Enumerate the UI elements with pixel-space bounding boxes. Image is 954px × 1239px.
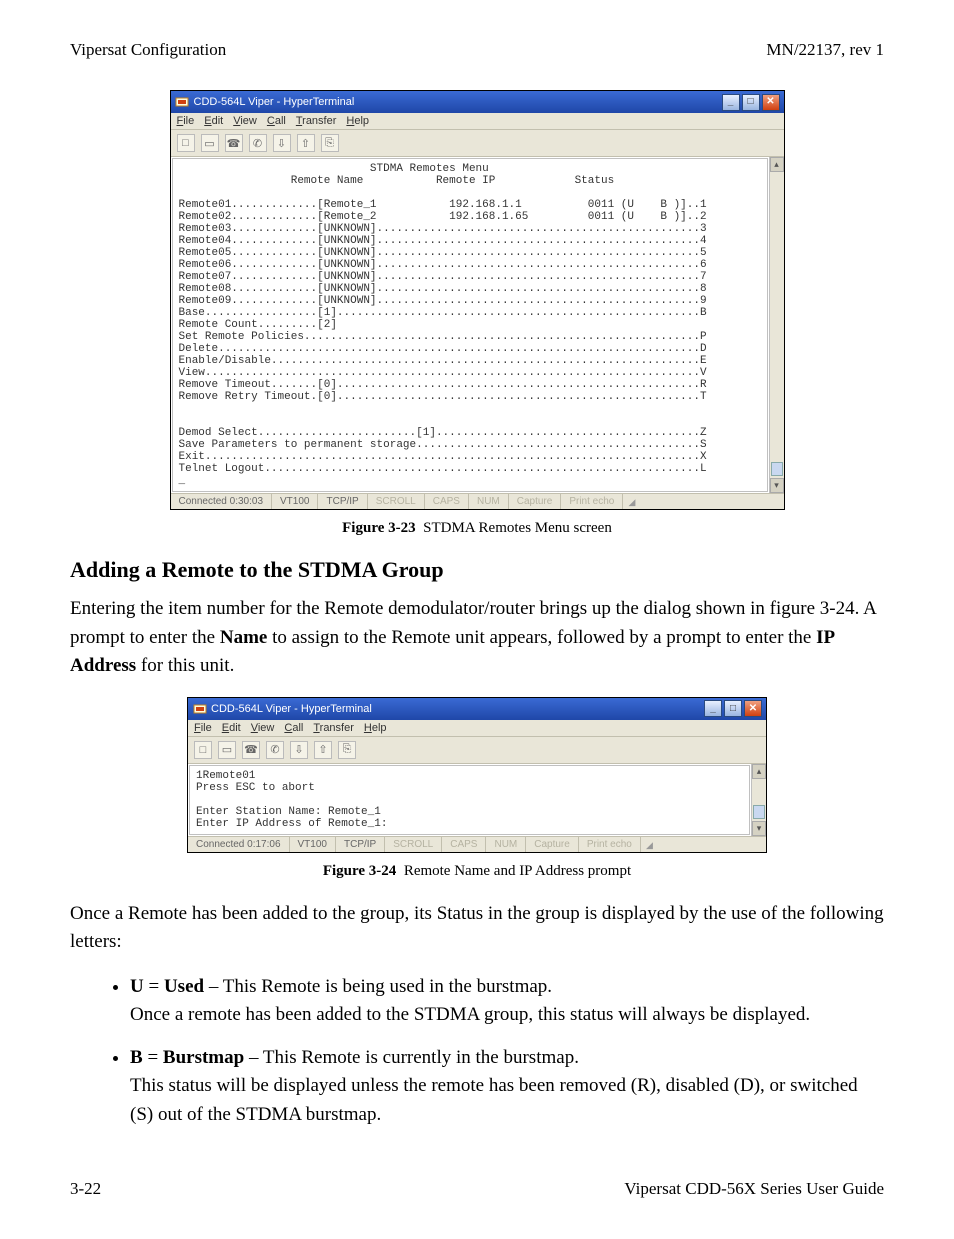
maximize-button[interactable]: □ (742, 94, 760, 111)
paragraph-1: Entering the item number for the Remote … (70, 595, 884, 681)
toolbar-open-icon[interactable]: ▭ (218, 741, 236, 759)
window-title: CDD-564L Viper - HyperTerminal (194, 96, 355, 108)
menu-file[interactable]: File (177, 115, 195, 127)
status-printecho: Print echo (561, 494, 623, 509)
menu-help[interactable]: Help (364, 722, 387, 734)
status-letter-list: U = Used – This Remote is being used in … (130, 973, 884, 1130)
statusbar: Connected 0:30:03 VT100 TCP/IP SCROLL CA… (171, 493, 784, 509)
menu-transfer[interactable]: Transfer (313, 722, 354, 734)
terminal-area: 1Remote01 Press ESC to abort Enter Stati… (188, 764, 766, 836)
resize-grip-icon[interactable]: ◢ (641, 837, 655, 852)
status-terminal: VT100 (290, 837, 336, 852)
menu-edit[interactable]: Edit (222, 722, 241, 734)
toolbar-send-icon[interactable]: ⇩ (290, 741, 308, 759)
toolbar: □ ▭ ☎ ✆ ⇩ ⇧ ⎘ (188, 737, 766, 764)
toolbar-send-icon[interactable]: ⇩ (273, 134, 291, 152)
toolbar-new-icon[interactable]: □ (177, 134, 195, 152)
header-right: MN/22137, rev 1 (766, 40, 884, 60)
window-controls: _ □ ✕ (722, 94, 780, 111)
footer-right: Vipersat CDD-56X Series User Guide (624, 1179, 884, 1199)
status-capture: Capture (526, 837, 579, 852)
figure-2-text: Remote Name and IP Address prompt (404, 863, 631, 879)
menu-file[interactable]: File (194, 722, 212, 734)
list-item: U = Used – This Remote is being used in … (130, 973, 884, 1030)
terminal-output[interactable]: STDMA Remotes Menu Remote Name Remote IP… (172, 158, 768, 492)
vertical-scrollbar[interactable]: ▴ ▾ (751, 764, 766, 836)
menu-transfer[interactable]: Transfer (296, 115, 337, 127)
statusbar: Connected 0:17:06 VT100 TCP/IP SCROLL CA… (188, 836, 766, 852)
titlebar[interactable]: CDD-564L Viper - HyperTerminal _ □ ✕ (171, 91, 784, 113)
status-printecho: Print echo (579, 837, 641, 852)
app-icon (192, 701, 207, 716)
maximize-button[interactable]: □ (724, 700, 742, 717)
scroll-thumb[interactable] (771, 462, 783, 476)
toolbar-receive-icon[interactable]: ⇧ (297, 134, 315, 152)
status-capture: Capture (509, 494, 562, 509)
menubar: File Edit View Call Transfer Help (188, 720, 766, 737)
terminal-output[interactable]: 1Remote01 Press ESC to abort Enter Stati… (189, 765, 750, 835)
toolbar-call-icon[interactable]: ☎ (225, 134, 243, 152)
terminal-area: STDMA Remotes Menu Remote Name Remote IP… (171, 157, 784, 493)
status-connected: Connected 0:30:03 (171, 494, 273, 509)
toolbar-properties-icon[interactable]: ⎘ (321, 134, 339, 152)
figure-2-caption: Figure 3-24 Remote Name and IP Address p… (70, 863, 884, 880)
list-item: B = Burstmap – This Remote is currently … (130, 1044, 884, 1130)
figure-2-label: Figure 3-24 (323, 863, 396, 879)
toolbar-receive-icon[interactable]: ⇧ (314, 741, 332, 759)
header-left: Vipersat Configuration (70, 40, 226, 60)
vertical-scrollbar[interactable]: ▴ ▾ (769, 157, 784, 493)
toolbar-hangup-icon[interactable]: ✆ (249, 134, 267, 152)
close-button[interactable]: ✕ (744, 700, 762, 717)
toolbar-new-icon[interactable]: □ (194, 741, 212, 759)
app-icon (175, 95, 190, 110)
scroll-thumb[interactable] (753, 805, 765, 819)
footer-left: 3-22 (70, 1179, 101, 1199)
status-caps: CAPS (425, 494, 469, 509)
status-caps: CAPS (442, 837, 486, 852)
hyperterminal-window-2: CDD-564L Viper - HyperTerminal _ □ ✕ Fil… (187, 697, 767, 853)
status-protocol: TCP/IP (318, 494, 367, 509)
status-scroll: SCROLL (385, 837, 442, 852)
status-scroll: SCROLL (368, 494, 425, 509)
toolbar-hangup-icon[interactable]: ✆ (266, 741, 284, 759)
menubar: File Edit View Call Transfer Help (171, 113, 784, 130)
menu-view[interactable]: View (233, 115, 257, 127)
close-button[interactable]: ✕ (762, 94, 780, 111)
status-connected: Connected 0:17:06 (188, 837, 290, 852)
titlebar[interactable]: CDD-564L Viper - HyperTerminal _ □ ✕ (188, 698, 766, 720)
page-footer: 3-22 Vipersat CDD-56X Series User Guide (70, 1179, 884, 1199)
section-title: Adding a Remote to the STDMA Group (70, 557, 884, 583)
paragraph-2: Once a Remote has been added to the grou… (70, 900, 884, 957)
window-controls: _ □ ✕ (704, 700, 762, 717)
toolbar: □ ▭ ☎ ✆ ⇩ ⇧ ⎘ (171, 130, 784, 157)
scroll-down-icon[interactable]: ▾ (752, 821, 766, 836)
page-header: Vipersat Configuration MN/22137, rev 1 (70, 40, 884, 60)
minimize-button[interactable]: _ (704, 700, 722, 717)
menu-call[interactable]: Call (267, 115, 286, 127)
menu-help[interactable]: Help (346, 115, 369, 127)
resize-grip-icon[interactable]: ◢ (623, 494, 637, 509)
menu-view[interactable]: View (251, 722, 275, 734)
toolbar-properties-icon[interactable]: ⎘ (338, 741, 356, 759)
scroll-up-icon[interactable]: ▴ (770, 157, 784, 172)
toolbar-call-icon[interactable]: ☎ (242, 741, 260, 759)
window-title: CDD-564L Viper - HyperTerminal (211, 703, 372, 715)
figure-1-caption: Figure 3-23 STDMA Remotes Menu screen (70, 520, 884, 537)
figure-1-label: Figure 3-23 (342, 520, 415, 536)
status-num: NUM (486, 837, 526, 852)
status-num: NUM (469, 494, 509, 509)
status-terminal: VT100 (272, 494, 318, 509)
status-protocol: TCP/IP (336, 837, 385, 852)
scroll-up-icon[interactable]: ▴ (752, 764, 766, 779)
menu-call[interactable]: Call (284, 722, 303, 734)
hyperterminal-window-1: CDD-564L Viper - HyperTerminal _ □ ✕ Fil… (170, 90, 785, 510)
toolbar-open-icon[interactable]: ▭ (201, 134, 219, 152)
menu-edit[interactable]: Edit (204, 115, 223, 127)
figure-1-text: STDMA Remotes Menu screen (423, 520, 612, 536)
scroll-down-icon[interactable]: ▾ (770, 478, 784, 493)
minimize-button[interactable]: _ (722, 94, 740, 111)
